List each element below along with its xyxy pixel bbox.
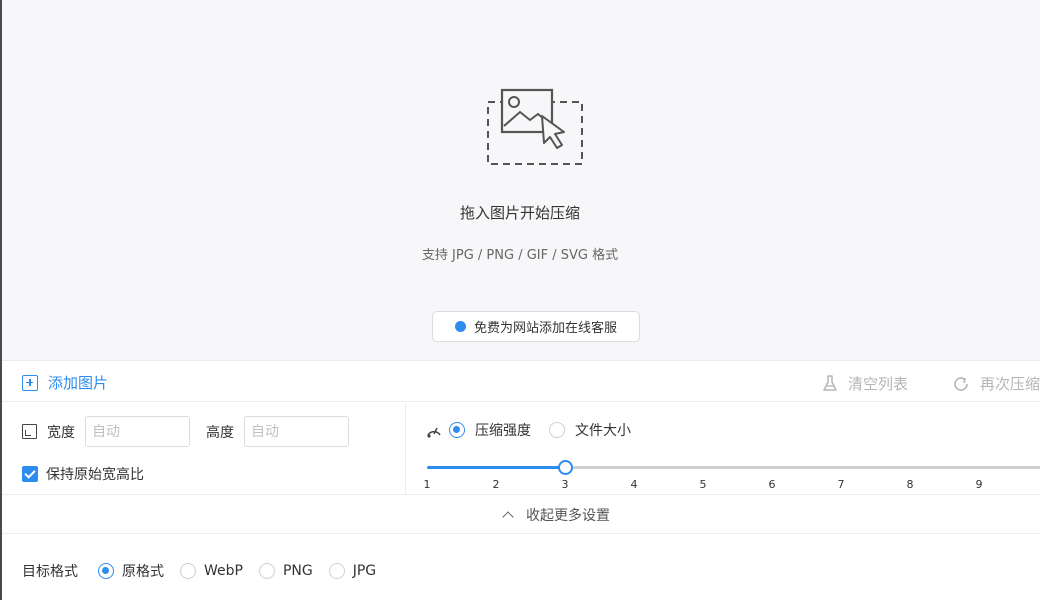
format-option-label: PNG	[282, 563, 313, 579]
format-option[interactable]: WebP	[180, 563, 243, 579]
slider-tick-label: 2	[492, 478, 500, 491]
format-option[interactable]: JPG	[328, 563, 377, 579]
add-image-button[interactable]: 添加图片	[22, 372, 108, 393]
toolbar: 添加图片 清空列表 再次压缩	[2, 362, 1040, 402]
format-option[interactable]: PNG	[258, 563, 313, 579]
resize-icon	[22, 424, 37, 439]
clear-list-label: 清空列表	[848, 375, 909, 393]
slider-tick-label: 9	[975, 478, 983, 491]
format-option-label: WebP	[204, 563, 243, 579]
compression-settings: 压缩强度 文件大小 12345678910	[407, 403, 1040, 495]
status-dot-icon	[454, 321, 466, 332]
image-dropzone[interactable]: 拖入图片开始压缩 支持 JPG / PNG / GIF / SVG 格式 免费为…	[2, 0, 1040, 361]
collapse-label: 收起更多设置	[526, 507, 610, 524]
dimension-settings: 宽度 高度 保持原始宽高比	[2, 403, 406, 495]
height-input[interactable]	[244, 416, 349, 447]
width-label: 宽度	[47, 424, 75, 441]
broom-icon	[823, 374, 837, 391]
target-format-row: 目标格式 原格式 WebP PNG JPG	[22, 561, 392, 581]
slider-tick-label: 4	[630, 478, 638, 491]
slider-tick-label: 6	[768, 478, 776, 491]
slider-tick-label: 5	[699, 478, 707, 491]
format-options: 原格式 WebP PNG JPG	[98, 561, 392, 581]
slider-tick-label: 3	[561, 478, 569, 491]
slider-handle[interactable]	[558, 460, 573, 475]
compression-slider[interactable]	[427, 460, 1040, 476]
plus-square-icon	[22, 374, 38, 391]
slider-tick-label: 1	[423, 478, 431, 491]
clear-list-button[interactable]: 清空列表	[822, 373, 908, 394]
dropzone-title: 拖入图片开始压缩	[459, 204, 580, 222]
size-mode-label[interactable]: 文件大小	[575, 420, 631, 440]
height-label: 高度	[206, 424, 234, 441]
slider-tick-label: 7	[837, 478, 845, 491]
format-radio[interactable]	[180, 563, 196, 579]
gauge-icon	[427, 427, 441, 438]
size-mode-radio[interactable]	[549, 422, 565, 438]
keep-ratio-label: 保持原始宽高比	[46, 467, 144, 483]
slider-tick-label: 8	[906, 478, 914, 491]
keep-ratio-checkbox[interactable]	[22, 466, 38, 482]
refresh-icon	[954, 376, 968, 391]
dimension-row: 宽度 高度	[22, 416, 349, 447]
format-radio[interactable]	[98, 563, 114, 579]
width-input[interactable]	[85, 416, 190, 447]
compression-mode-row: 压缩强度 文件大小	[425, 420, 631, 440]
settings-panel: 宽度 高度 保持原始宽高比 压缩强度 文件大小 1 2 3 4 5 6 7 8	[2, 403, 1040, 495]
promo-label: 免费为网站添加在线客服	[473, 321, 617, 336]
slider-fill	[427, 466, 565, 469]
chevron-up-icon	[502, 510, 514, 523]
format-radio[interactable]	[328, 563, 345, 579]
add-image-label: 添加图片	[48, 374, 109, 392]
format-option-label: 原格式	[122, 564, 164, 580]
format-option-label: JPG	[352, 563, 377, 579]
strength-mode-radio[interactable]	[449, 422, 465, 438]
keep-ratio-option[interactable]: 保持原始宽高比	[22, 464, 144, 484]
format-radio[interactable]	[258, 563, 275, 579]
format-option[interactable]: 原格式	[98, 561, 164, 581]
target-format-label: 目标格式	[22, 564, 78, 580]
image-drop-icon	[487, 88, 583, 165]
recompress-label: 再次压缩	[980, 375, 1040, 393]
dropzone-subtitle: 支持 JPG / PNG / GIF / SVG 格式	[421, 248, 619, 263]
recompress-button[interactable]: 再次压缩	[952, 373, 1040, 394]
collapse-settings-toggle[interactable]: 收起更多设置	[2, 496, 1040, 534]
promo-button[interactable]: 免费为网站添加在线客服	[432, 311, 640, 342]
strength-mode-label[interactable]: 压缩强度	[475, 420, 531, 440]
